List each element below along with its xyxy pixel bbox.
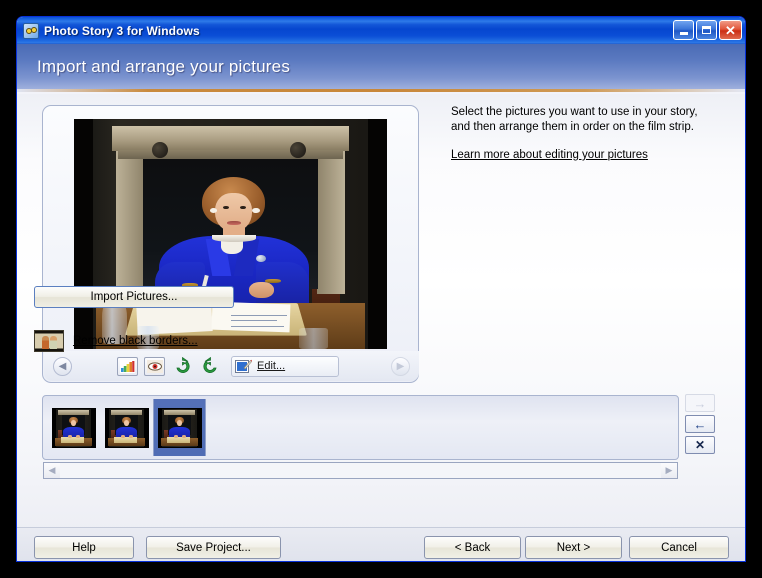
edit-button[interactable]: Edit... [231,355,339,377]
preview-image[interactable] [74,119,387,349]
remove-black-borders-row[interactable]: Remove black borders... [34,330,198,352]
list-item[interactable] [47,399,100,456]
close-x-icon: ✕ [694,438,706,452]
thumbnail-3[interactable] [157,407,202,448]
remove-black-borders-link[interactable]: Remove black borders... [73,335,198,347]
edit-pencil-icon [235,358,252,374]
close-icon: ✕ [725,22,736,38]
page-title: Import and arrange your pictures [37,56,291,76]
scroll-left-icon[interactable]: ◀ [44,463,60,478]
delete-button[interactable]: ✕ [685,436,715,454]
list-item[interactable] [100,399,153,456]
thumbnail-2[interactable] [104,407,149,448]
info-column: Select the pictures you want to use in y… [451,105,721,163]
move-right-button[interactable]: → [685,394,715,412]
save-project-button[interactable]: Save Project... [146,536,281,559]
back-button[interactable]: < Back [424,536,521,559]
page-banner: Import and arrange your pictures [17,44,745,89]
help-button[interactable]: Help [34,536,134,559]
minimize-icon [679,31,688,35]
arrow-left-icon: ← [693,416,707,432]
edit-tool-group: Edit... [117,355,339,377]
rotate-right-icon[interactable] [199,356,221,376]
cancel-button[interactable]: Cancel [629,536,729,559]
move-left-button[interactable]: ← [685,415,715,433]
maximize-icon [702,26,711,34]
arrow-right-icon: → [693,395,707,411]
film-strip-scrollbar[interactable]: ◀ ▶ [43,462,678,479]
import-pictures-button[interactable]: Import Pictures... [34,286,234,308]
chevron-left-icon[interactable]: ◀ [53,356,72,376]
main-content: ◀ Edit... ▶ Select the pictures you want… [17,94,745,561]
learn-more-link[interactable]: Learn more about editing your pictures [451,149,648,161]
rotate-left-icon[interactable] [171,356,193,376]
close-button[interactable]: ✕ [719,20,742,40]
maximize-button[interactable] [696,20,717,40]
photo-story-icon [23,22,39,39]
footer-bar: Help Save Project... < Back Next > Cance… [17,527,745,561]
application-window: Photo Story 3 for Windows ✕ Import and a… [16,16,746,562]
thumbnail-1[interactable] [51,407,96,448]
next-button[interactable]: Next > [525,536,622,559]
preview-toolbar: ◀ Edit... ▶ [44,351,419,381]
film-strip-controls: → ← ✕ [685,394,715,454]
title-bar: Photo Story 3 for Windows ✕ [17,17,745,44]
caption-button-group: ✕ [673,20,742,40]
red-eye-icon[interactable] [144,356,165,376]
film-strip[interactable] [42,395,679,460]
minimize-button[interactable] [673,20,694,40]
edit-button-label: Edit... [257,360,286,372]
color-levels-icon[interactable] [117,356,138,376]
chevron-right-icon[interactable]: ▶ [391,356,410,376]
window-title: Photo Story 3 for Windows [44,23,200,38]
list-item[interactable] [153,399,206,456]
scroll-right-icon[interactable]: ▶ [661,463,677,478]
instructions-text: Select the pictures you want to use in y… [451,106,698,133]
people-photo-icon [34,330,64,352]
